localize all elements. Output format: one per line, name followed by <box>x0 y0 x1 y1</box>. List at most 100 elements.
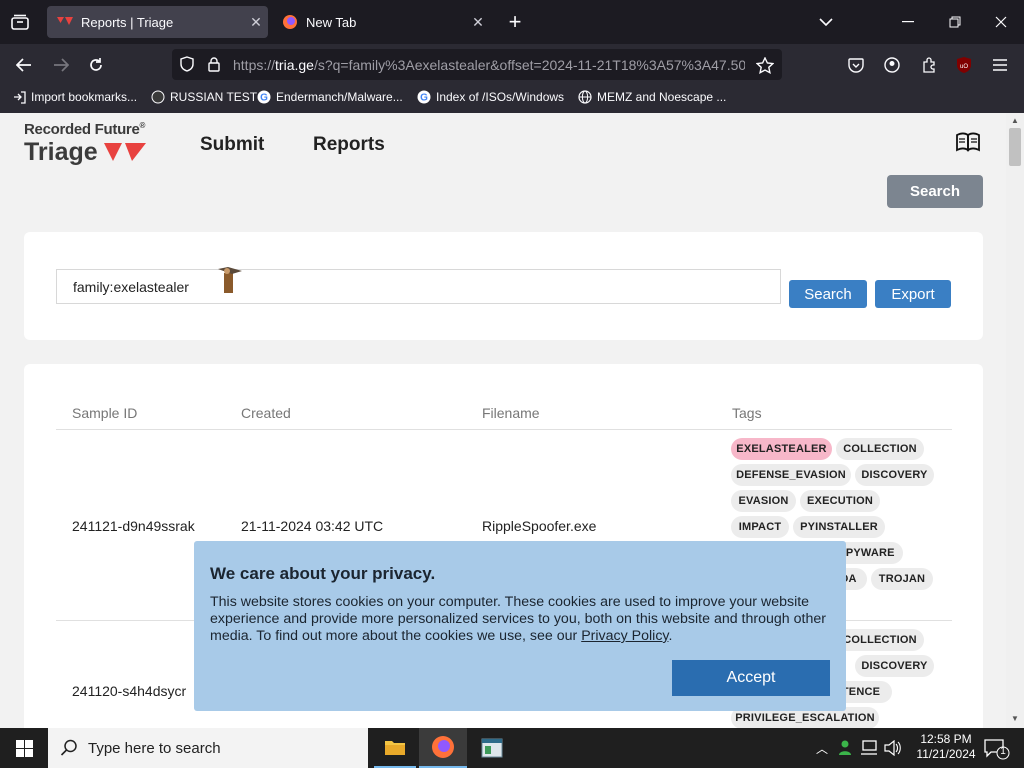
tab-list-icon[interactable] <box>8 10 32 34</box>
new-tab-icon[interactable]: + <box>503 9 527 34</box>
chevron-down-icon[interactable] <box>814 10 838 34</box>
tab-title: Reports | Triage <box>81 14 174 30</box>
reload-icon[interactable] <box>84 53 108 77</box>
cookie-end-text: . <box>668 628 673 644</box>
google-icon: G <box>257 90 271 104</box>
bookmark-index-isos[interactable]: G Index of /ISOs/Windows <box>417 90 564 104</box>
column-header-created: Created <box>241 405 291 421</box>
animated-cursor-icon <box>218 267 242 293</box>
docs-book-icon[interactable] <box>956 132 980 152</box>
firefox-icon <box>282 14 298 30</box>
tag-badge[interactable]: EXECUTION <box>800 490 880 512</box>
bookmark-label: Endermanch/Malware... <box>276 90 403 104</box>
firefox-icon <box>432 736 454 758</box>
taskbar-search-box[interactable]: Type here to search <box>48 728 368 768</box>
scrollbar-thumb[interactable] <box>1009 128 1021 166</box>
clock-date: 11/21/2024 <box>916 747 976 761</box>
extensions-icon[interactable] <box>917 53 941 77</box>
search-input[interactable]: family:exelastealer <box>56 269 781 304</box>
volume-icon[interactable] <box>884 740 902 756</box>
tag-badge[interactable]: EVASION <box>731 490 796 512</box>
tag-badge[interactable]: EXELASTEALER <box>731 438 832 460</box>
nav-submit-link[interactable]: Submit <box>200 134 264 156</box>
globe-icon <box>578 90 592 104</box>
forward-icon <box>49 53 73 77</box>
system-tray: ︿ 12:58 PM 11/21/2024 1 <box>812 728 1024 768</box>
search-button[interactable]: Search <box>789 280 867 308</box>
bookmark-memz[interactable]: MEMZ and Noescape ... <box>578 90 726 104</box>
lock-icon[interactable] <box>205 54 223 74</box>
start-button[interactable] <box>0 728 48 768</box>
close-tab-icon[interactable]: ✕ <box>244 14 268 31</box>
shield-icon[interactable] <box>177 54 197 74</box>
bookmark-endermanch[interactable]: G Endermanch/Malware... <box>257 90 403 104</box>
chevron-up-icon[interactable]: ︿ <box>816 740 828 757</box>
bookmark-label: MEMZ and Noescape ... <box>597 90 727 104</box>
logo-recorded-future[interactable]: Recorded Future® <box>24 121 145 138</box>
tag-badge[interactable]: DISCOVERY <box>855 655 934 677</box>
tag-badge[interactable]: TROJAN <box>871 568 933 590</box>
created-cell: 21-11-2024 03:42 UTC <box>241 518 384 534</box>
column-header-filename: Filename <box>482 405 540 421</box>
restore-icon[interactable] <box>943 10 967 34</box>
triage-favicon-icon <box>57 14 73 30</box>
menu-icon[interactable] <box>988 53 1012 77</box>
network-icon[interactable] <box>860 740 878 756</box>
search-icon <box>60 739 77 756</box>
clock[interactable]: 12:58 PM 11/21/2024 <box>908 732 984 762</box>
tag-badge[interactable]: DISCOVERY <box>855 464 934 486</box>
taskbar-firefox[interactable] <box>419 728 467 768</box>
logo-triage-text: Triage <box>24 138 98 166</box>
bookmark-star-icon[interactable] <box>753 53 777 77</box>
ublock-origin-icon[interactable]: uO <box>953 54 975 76</box>
minimize-icon[interactable] <box>896 10 920 34</box>
logo-top-text: Recorded Future <box>24 121 140 138</box>
github-icon <box>151 90 165 104</box>
page-scrollbar[interactable] <box>1006 113 1024 728</box>
sample-id-cell[interactable]: 241120-s4h4dsycr <box>72 683 186 699</box>
pocket-icon[interactable] <box>844 53 868 77</box>
bookmark-label: Index of /ISOs/Windows <box>436 90 565 104</box>
back-icon[interactable] <box>12 53 36 77</box>
logo-triage[interactable]: Triage <box>24 138 98 167</box>
account-icon[interactable] <box>880 53 904 77</box>
tag-badge[interactable]: PYINSTALLER <box>793 516 885 538</box>
tab-new-tab[interactable]: New Tab ✕ <box>272 6 490 38</box>
logo-registered-mark: ® <box>139 121 146 130</box>
tag-badge[interactable]: COLLECTION <box>836 629 924 651</box>
sample-id-cell[interactable]: 241121-d9n49ssrak <box>72 518 195 534</box>
app-window-icon <box>481 738 503 758</box>
cookie-body-text: This website stores cookies on your comp… <box>210 594 826 644</box>
scroll-up-icon[interactable]: ▲ <box>1009 116 1021 126</box>
bookmark-russian-test[interactable]: RUSSIAN TEST <box>151 90 257 104</box>
google-icon: G <box>417 90 431 104</box>
svg-text:G: G <box>260 93 268 104</box>
people-icon[interactable] <box>838 739 856 757</box>
cookie-banner-title: We care about your privacy. <box>210 564 436 583</box>
cookie-banner-text: This website stores cookies on your comp… <box>210 594 830 645</box>
taskbar-file-explorer[interactable] <box>374 728 416 768</box>
bookmark-import[interactable]: Import bookmarks... <box>12 90 137 104</box>
close-tab-icon[interactable]: ✕ <box>466 14 490 31</box>
tab-title: New Tab <box>306 14 357 30</box>
url-text[interactable]: https://tria.ge/s?q=family%3Aexelasteale… <box>233 57 745 73</box>
tab-reports-triage[interactable]: Reports | Triage ✕ <box>47 6 268 38</box>
tag-badge[interactable]: DEFENSE_EVASION <box>731 464 851 486</box>
export-button[interactable]: Export <box>875 280 951 308</box>
tag-badge[interactable]: COLLECTION <box>836 438 924 460</box>
privacy-policy-link[interactable]: Privacy Policy <box>581 628 668 644</box>
nav-reports-link[interactable]: Reports <box>313 134 385 156</box>
column-header-sample-id: Sample ID <box>72 405 138 421</box>
taskbar-app[interactable] <box>470 728 514 768</box>
scroll-down-icon[interactable]: ▼ <box>1009 714 1021 724</box>
svg-text:G: G <box>420 93 428 104</box>
import-icon <box>12 90 26 104</box>
triage-logo-mark-icon <box>104 143 146 161</box>
filename-cell: RippleSpoofer.exe <box>482 518 597 534</box>
bookmark-label: RUSSIAN TEST <box>170 90 258 104</box>
header-search-button[interactable]: Search <box>887 175 983 208</box>
accept-cookies-button[interactable]: Accept <box>672 660 830 696</box>
tag-badge[interactable]: IMPACT <box>731 516 789 538</box>
svg-text:uO: uO <box>960 64 968 70</box>
close-window-icon[interactable] <box>989 10 1013 34</box>
